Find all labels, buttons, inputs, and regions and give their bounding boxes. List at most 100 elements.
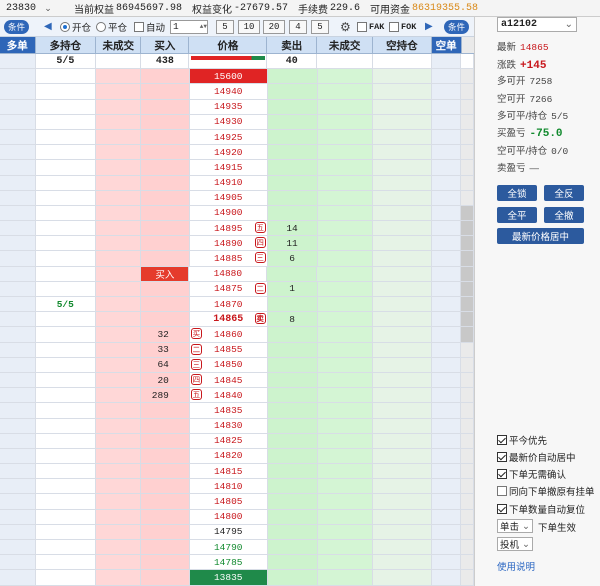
scrollbar-track[interactable]	[461, 448, 474, 464]
sell-cell[interactable]	[267, 114, 318, 129]
short-order-cell[interactable]	[431, 84, 462, 99]
reverse-all-button[interactable]: 全反	[544, 185, 584, 201]
buy-pending-cell[interactable]	[95, 357, 142, 372]
sell-cell[interactable]	[267, 372, 318, 388]
buy-pending-cell[interactable]	[95, 509, 142, 524]
sell-cell[interactable]	[267, 342, 318, 357]
sell-pending-cell[interactable]	[317, 433, 374, 448]
scrollbar-track[interactable]	[461, 160, 474, 175]
long-order-cell[interactable]	[0, 69, 36, 84]
close-radio[interactable]: 平仓	[96, 19, 127, 34]
buy-pending-cell[interactable]	[95, 555, 142, 570]
sell-pending-cell[interactable]	[317, 494, 374, 509]
buy-pending-cell[interactable]	[95, 129, 142, 145]
sell-cell[interactable]	[267, 448, 318, 464]
scrollbar-track[interactable]	[461, 540, 474, 555]
scrollbar-thumb[interactable]	[461, 266, 474, 281]
long-order-cell[interactable]	[0, 266, 36, 281]
sell-cell[interactable]	[267, 129, 318, 145]
short-order-cell[interactable]	[431, 312, 462, 327]
buy-volume-cell[interactable]: 32	[141, 327, 190, 342]
sell-cell[interactable]	[267, 266, 318, 281]
short-order-cell[interactable]	[431, 418, 462, 433]
buy-cell[interactable]	[141, 312, 190, 327]
sell-pending-cell[interactable]	[317, 145, 374, 160]
sell-cell[interactable]	[267, 403, 318, 418]
buy-pending-cell[interactable]	[95, 570, 142, 585]
buy-pending-cell[interactable]	[95, 479, 142, 494]
sell-volume-cell[interactable]: 6	[267, 251, 318, 266]
long-order-cell[interactable]	[0, 84, 36, 99]
long-order-cell[interactable]	[0, 297, 36, 312]
sell-cell[interactable]	[267, 205, 318, 221]
buy-pending-cell[interactable]	[95, 433, 142, 448]
long-order-cell[interactable]	[0, 129, 36, 145]
scrollbar-track[interactable]	[461, 570, 474, 585]
long-order-cell[interactable]	[0, 479, 36, 494]
preset-1-button[interactable]: 5	[216, 19, 234, 34]
buy-cell[interactable]	[141, 236, 190, 251]
sell-cell[interactable]	[267, 84, 318, 99]
account-dropdown-icon[interactable]: ⌄	[40, 3, 56, 14]
buy-cell[interactable]	[141, 221, 190, 236]
arrow-right-icon[interactable]: ▶	[425, 21, 433, 32]
option-close-today-first[interactable]: 平今优先	[497, 433, 547, 447]
long-order-cell[interactable]	[0, 145, 36, 160]
scrollbar-track[interactable]	[461, 555, 474, 570]
short-order-cell[interactable]	[431, 388, 462, 403]
buy-cell[interactable]	[141, 190, 190, 205]
buy-cell[interactable]	[141, 524, 190, 539]
sell-pending-cell[interactable]	[317, 236, 374, 251]
short-order-cell[interactable]	[431, 555, 462, 570]
buy-cell[interactable]	[141, 129, 190, 145]
fak-check[interactable]	[357, 21, 367, 32]
buy-pending-cell[interactable]	[95, 190, 142, 205]
buy-pending-cell[interactable]	[96, 266, 142, 281]
sell-cell[interactable]	[267, 479, 318, 494]
center-price-button[interactable]: 最新价格居中	[497, 228, 584, 244]
buy-pending-cell[interactable]	[95, 175, 142, 190]
buy-pending-cell[interactable]	[95, 464, 142, 479]
cancel-all-button[interactable]: 全撤	[544, 207, 584, 223]
sell-cell[interactable]	[267, 570, 318, 585]
sell-pending-cell[interactable]	[317, 357, 374, 372]
long-order-cell[interactable]	[0, 357, 36, 372]
preset-5-button[interactable]: 5	[311, 19, 329, 34]
sell-pending-cell[interactable]	[317, 99, 374, 114]
scrollbar-track[interactable]	[461, 524, 474, 539]
sell-pending-cell[interactable]	[317, 129, 374, 145]
long-order-cell[interactable]	[0, 540, 36, 555]
buy-pending-cell[interactable]	[95, 342, 142, 357]
short-order-cell[interactable]	[431, 433, 462, 448]
sell-pending-cell[interactable]	[317, 251, 374, 266]
scrollbar-track[interactable]	[461, 145, 474, 160]
open-radio-dot[interactable]	[60, 21, 70, 32]
header-long-orders[interactable]: 多单	[0, 37, 36, 53]
sell-pending-cell[interactable]	[317, 342, 374, 357]
long-order-cell[interactable]	[0, 175, 36, 190]
buy-button[interactable]: 买入	[141, 266, 190, 281]
short-order-cell[interactable]	[431, 221, 462, 236]
long-order-cell[interactable]	[0, 205, 36, 221]
buy-pending-cell[interactable]	[95, 99, 142, 114]
sell-pending-cell[interactable]	[317, 555, 374, 570]
buy-pending-cell[interactable]	[95, 145, 142, 160]
scrollbar-thumb[interactable]	[461, 236, 474, 251]
long-order-cell[interactable]	[0, 221, 36, 236]
sell-pending-cell[interactable]	[317, 327, 374, 342]
scrollbar-track[interactable]	[461, 54, 474, 69]
buy-cell[interactable]	[141, 160, 190, 175]
sell-cell[interactable]	[267, 388, 318, 403]
sell-cell[interactable]	[267, 297, 318, 312]
buy-cell[interactable]	[141, 281, 190, 296]
gear-icon[interactable]: ⚙	[340, 19, 351, 34]
buy-cell[interactable]	[141, 403, 190, 418]
long-order-cell[interactable]	[0, 372, 36, 388]
scrollbar-track[interactable]	[461, 175, 474, 190]
buy-pending-cell[interactable]	[95, 388, 142, 403]
close-radio-dot[interactable]	[96, 21, 106, 32]
sell-volume-cell[interactable]: 1	[267, 281, 318, 296]
buy-pending-cell[interactable]	[95, 372, 142, 388]
short-order-cell[interactable]	[431, 236, 462, 251]
sell-cell[interactable]	[267, 494, 318, 509]
